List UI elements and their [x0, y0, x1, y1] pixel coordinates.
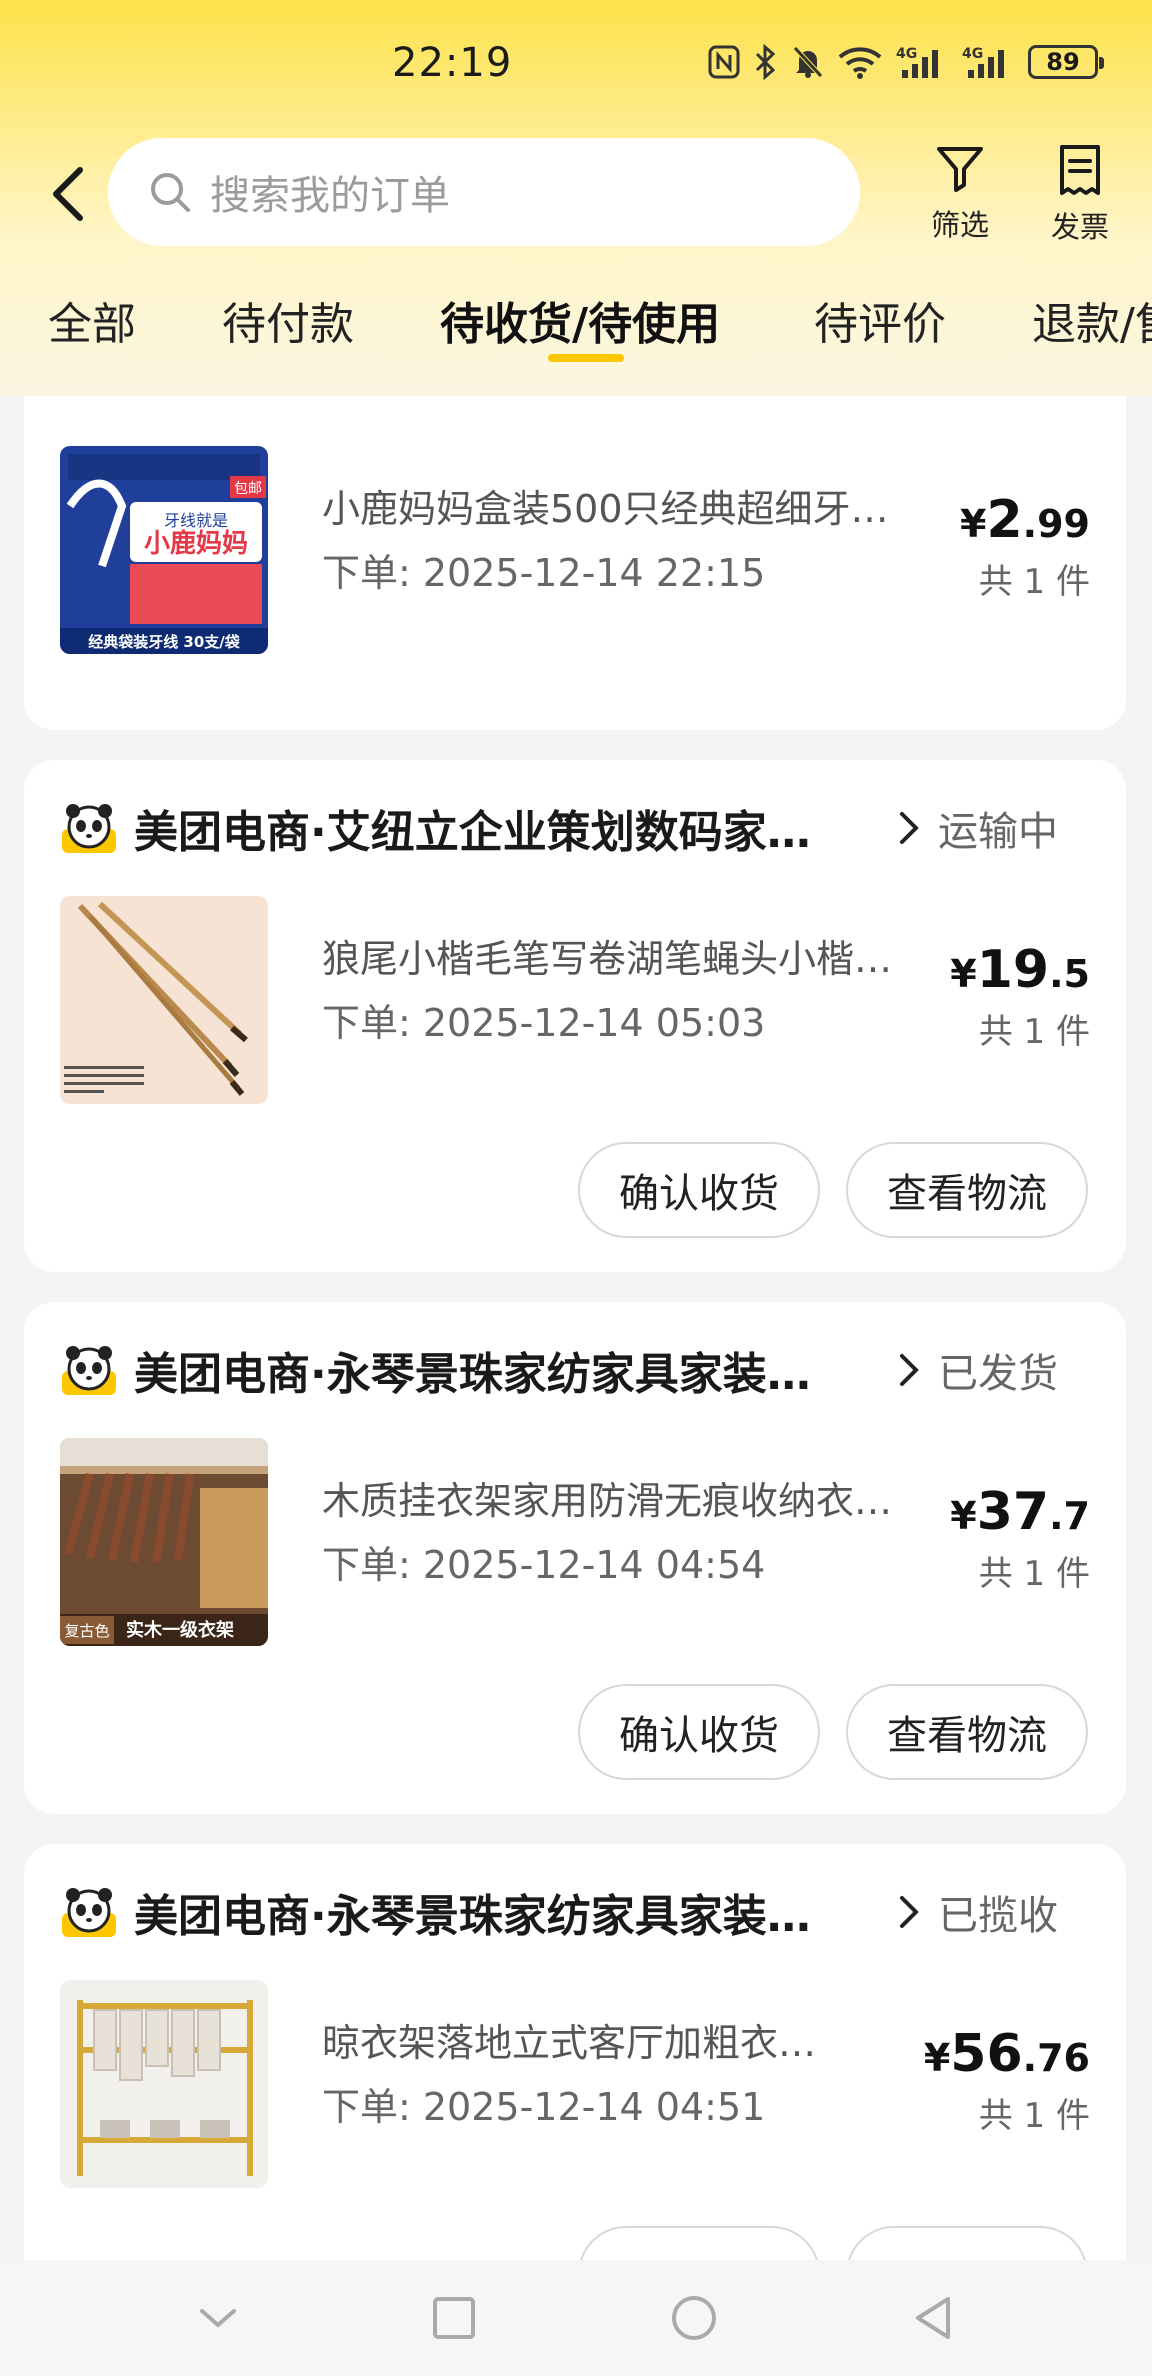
chevron-right-icon — [900, 1354, 919, 1386]
product-title: 晾衣架落地立式客厅加粗衣… — [322, 2021, 817, 2065]
order-status: 已发货 — [938, 1351, 1058, 1397]
chevron-right-icon — [900, 1896, 919, 1928]
back-arrow-icon[interactable] — [44, 164, 94, 224]
search-row: 搜索我的订单 筛选 发票 — [0, 138, 1152, 248]
order-price: ¥2.99 — [960, 490, 1090, 550]
chevron-right-icon — [900, 812, 919, 844]
filter-label: 筛选 — [930, 208, 989, 242]
search-input[interactable]: 搜索我的订单 — [108, 138, 860, 246]
signal-4g-icon-2: 4G — [962, 46, 1004, 78]
shop-row[interactable]: 美团电商·艾纽立企业策划数码家… 运输中 — [60, 796, 1090, 860]
order-status: 运输中 — [938, 809, 1058, 855]
signal-4g-icon: 4G — [896, 46, 938, 78]
back-triangle-icon[interactable] — [910, 2293, 956, 2343]
hanger-image: 复古色 实木一级衣架 — [60, 1438, 268, 1646]
battery-indicator: 89 — [1028, 45, 1104, 79]
order-quantity: 共 1 件 — [978, 1554, 1090, 1594]
order-date: 下单: 2025-12-14 22:15 — [322, 551, 766, 595]
order-price: ¥19.5 — [950, 940, 1090, 1000]
mute-bell-icon — [793, 46, 823, 78]
order-card[interactable]: 牙线就是 小鹿妈妈 包邮 经典袋装牙线 30支/袋 小鹿妈妈盒装500只经典超细… — [24, 396, 1126, 730]
dental-floss-image: 牙线就是 小鹿妈妈 包邮 经典袋装牙线 30支/袋 — [60, 446, 268, 654]
tab-pending-payment[interactable]: 待付款 — [222, 288, 354, 368]
product-title: 木质挂衣架家用防滑无痕收纳衣… — [322, 1479, 893, 1523]
order-quantity: 共 1 件 — [978, 1012, 1090, 1052]
filter-icon — [937, 147, 983, 192]
partial-action-button[interactable] — [578, 2226, 820, 2260]
panda-shop-icon — [62, 804, 116, 853]
order-date: 下单: 2025-12-14 04:54 — [322, 1543, 766, 1587]
svg-text:4G: 4G — [896, 46, 917, 62]
shop-name: 美团电商·永琴景珠家纺家具家装… — [134, 1349, 811, 1400]
svg-text:小鹿妈妈: 小鹿妈妈 — [144, 528, 248, 559]
product-title: 小鹿妈妈盒装500只经典超细牙… — [322, 487, 889, 531]
product-thumbnail[interactable] — [60, 1980, 268, 2188]
shop-row[interactable]: 美团电商·永琴景珠家纺家具家装… 已发货 — [60, 1338, 1090, 1402]
svg-text:经典袋装牙线 30支/袋: 经典袋装牙线 30支/袋 — [88, 633, 241, 651]
order-card[interactable]: 美团电商·艾纽立企业策划数码家… 运输中 狼尾小楷毛笔写卷湖笔蝇头小楷… 下单:… — [24, 760, 1126, 1272]
search-icon — [151, 173, 190, 212]
product-thumbnail[interactable]: 复古色 实木一级衣架 — [60, 1438, 268, 1646]
product-row[interactable]: 狼尾小楷毛笔写卷湖笔蝇头小楷… 下单: 2025-12-14 05:03 ¥19… — [60, 896, 1090, 1106]
product-row[interactable]: 晾衣架落地立式客厅加粗衣… 下单: 2025-12-14 04:51 ¥56.7… — [60, 1980, 1090, 2190]
svg-text:4G: 4G — [962, 46, 983, 62]
home-icon[interactable] — [669, 2293, 719, 2343]
page-header: 22:19 4G 4G 89 搜索我的订单 筛选 发票 全部 待付款 待收货/待… — [0, 0, 1152, 396]
nfc-icon — [708, 45, 740, 79]
order-date: 下单: 2025-12-14 05:03 — [322, 1001, 766, 1045]
invoice-label: 发票 — [1050, 210, 1109, 244]
order-quantity: 共 1 件 — [978, 562, 1090, 602]
order-card[interactable]: 美团电商·永琴景珠家纺家具家装… 已揽收 晾衣架落地立式客厅加粗衣… 下单: 2… — [24, 1844, 1126, 2260]
shop-name: 美团电商·永琴景珠家纺家具家装… — [134, 1891, 811, 1942]
order-price: ¥56.76 — [923, 2024, 1090, 2084]
order-quantity: 共 1 件 — [978, 2096, 1090, 2136]
confirm-receipt-button[interactable]: 确认收货 — [578, 1684, 820, 1780]
invoice-icon — [1060, 145, 1100, 195]
product-title: 狼尾小楷毛笔写卷湖笔蝇头小楷… — [322, 937, 893, 981]
status-icons: 4G 4G 89 — [708, 44, 1104, 80]
chevron-down-icon[interactable] — [196, 2303, 240, 2333]
product-thumbnail[interactable]: 牙线就是 小鹿妈妈 包邮 经典袋装牙线 30支/袋 — [60, 446, 268, 654]
confirm-receipt-button[interactable]: 确认收货 — [578, 1142, 820, 1238]
recent-apps-icon[interactable] — [431, 2295, 477, 2341]
tab-pending-review[interactable]: 待评价 — [814, 288, 946, 368]
view-logistics-button[interactable]: 查看物流 — [846, 1684, 1088, 1780]
product-thumbnail[interactable] — [60, 896, 268, 1104]
status-bar: 22:19 4G 4G 89 — [0, 0, 1152, 130]
svg-text:实木一级衣架: 实木一级衣架 — [126, 1619, 234, 1641]
system-nav-bar — [0, 2260, 1152, 2376]
shop-row[interactable]: 美团电商·永琴景珠家纺家具家装… 已揽收 — [60, 1880, 1090, 1944]
product-row[interactable]: 复古色 实木一级衣架 木质挂衣架家用防滑无痕收纳衣… 下单: 2025-12-1… — [60, 1438, 1090, 1648]
svg-text:牙线就是: 牙线就是 — [164, 511, 228, 530]
tab-all[interactable]: 全部 — [48, 288, 136, 368]
wifi-icon — [838, 47, 882, 79]
order-list: 牙线就是 小鹿妈妈 包邮 经典袋装牙线 30支/袋 小鹿妈妈盒装500只经典超细… — [0, 396, 1152, 2260]
partial-action-button[interactable] — [846, 2226, 1088, 2260]
tab-refund[interactable]: 退款/售 — [1032, 288, 1152, 368]
view-logistics-button[interactable]: 查看物流 — [846, 1142, 1088, 1238]
search-placeholder: 搜索我的订单 — [210, 173, 450, 219]
panda-shop-icon — [62, 1346, 116, 1395]
status-time: 22:19 — [392, 40, 513, 86]
filter-button[interactable]: 筛选 — [910, 144, 1010, 244]
order-price: ¥37.7 — [950, 1482, 1090, 1542]
active-tab-indicator — [548, 354, 624, 362]
clothes-rack-image — [60, 1980, 268, 2188]
svg-text:包邮: 包邮 — [234, 481, 262, 497]
svg-text:复古色: 复古色 — [64, 1622, 109, 1640]
brush-pen-image — [60, 896, 268, 1104]
panda-shop-icon — [62, 1888, 116, 1937]
product-row[interactable]: 牙线就是 小鹿妈妈 包邮 经典袋装牙线 30支/袋 小鹿妈妈盒装500只经典超细… — [60, 446, 1090, 656]
order-date: 下单: 2025-12-14 04:51 — [322, 2085, 766, 2129]
order-card[interactable]: 美团电商·永琴景珠家纺家具家装… 已发货 复古色 实木一级衣架 木质挂衣架家用防… — [24, 1302, 1126, 1814]
order-tabs: 全部 待付款 待收货/待使用 待评价 退款/售 — [0, 288, 1152, 368]
order-status: 已揽收 — [938, 1893, 1058, 1939]
invoice-button[interactable]: 发票 — [1030, 144, 1130, 246]
shop-name: 美团电商·艾纽立企业策划数码家… — [134, 807, 811, 858]
bluetooth-icon — [755, 44, 776, 80]
